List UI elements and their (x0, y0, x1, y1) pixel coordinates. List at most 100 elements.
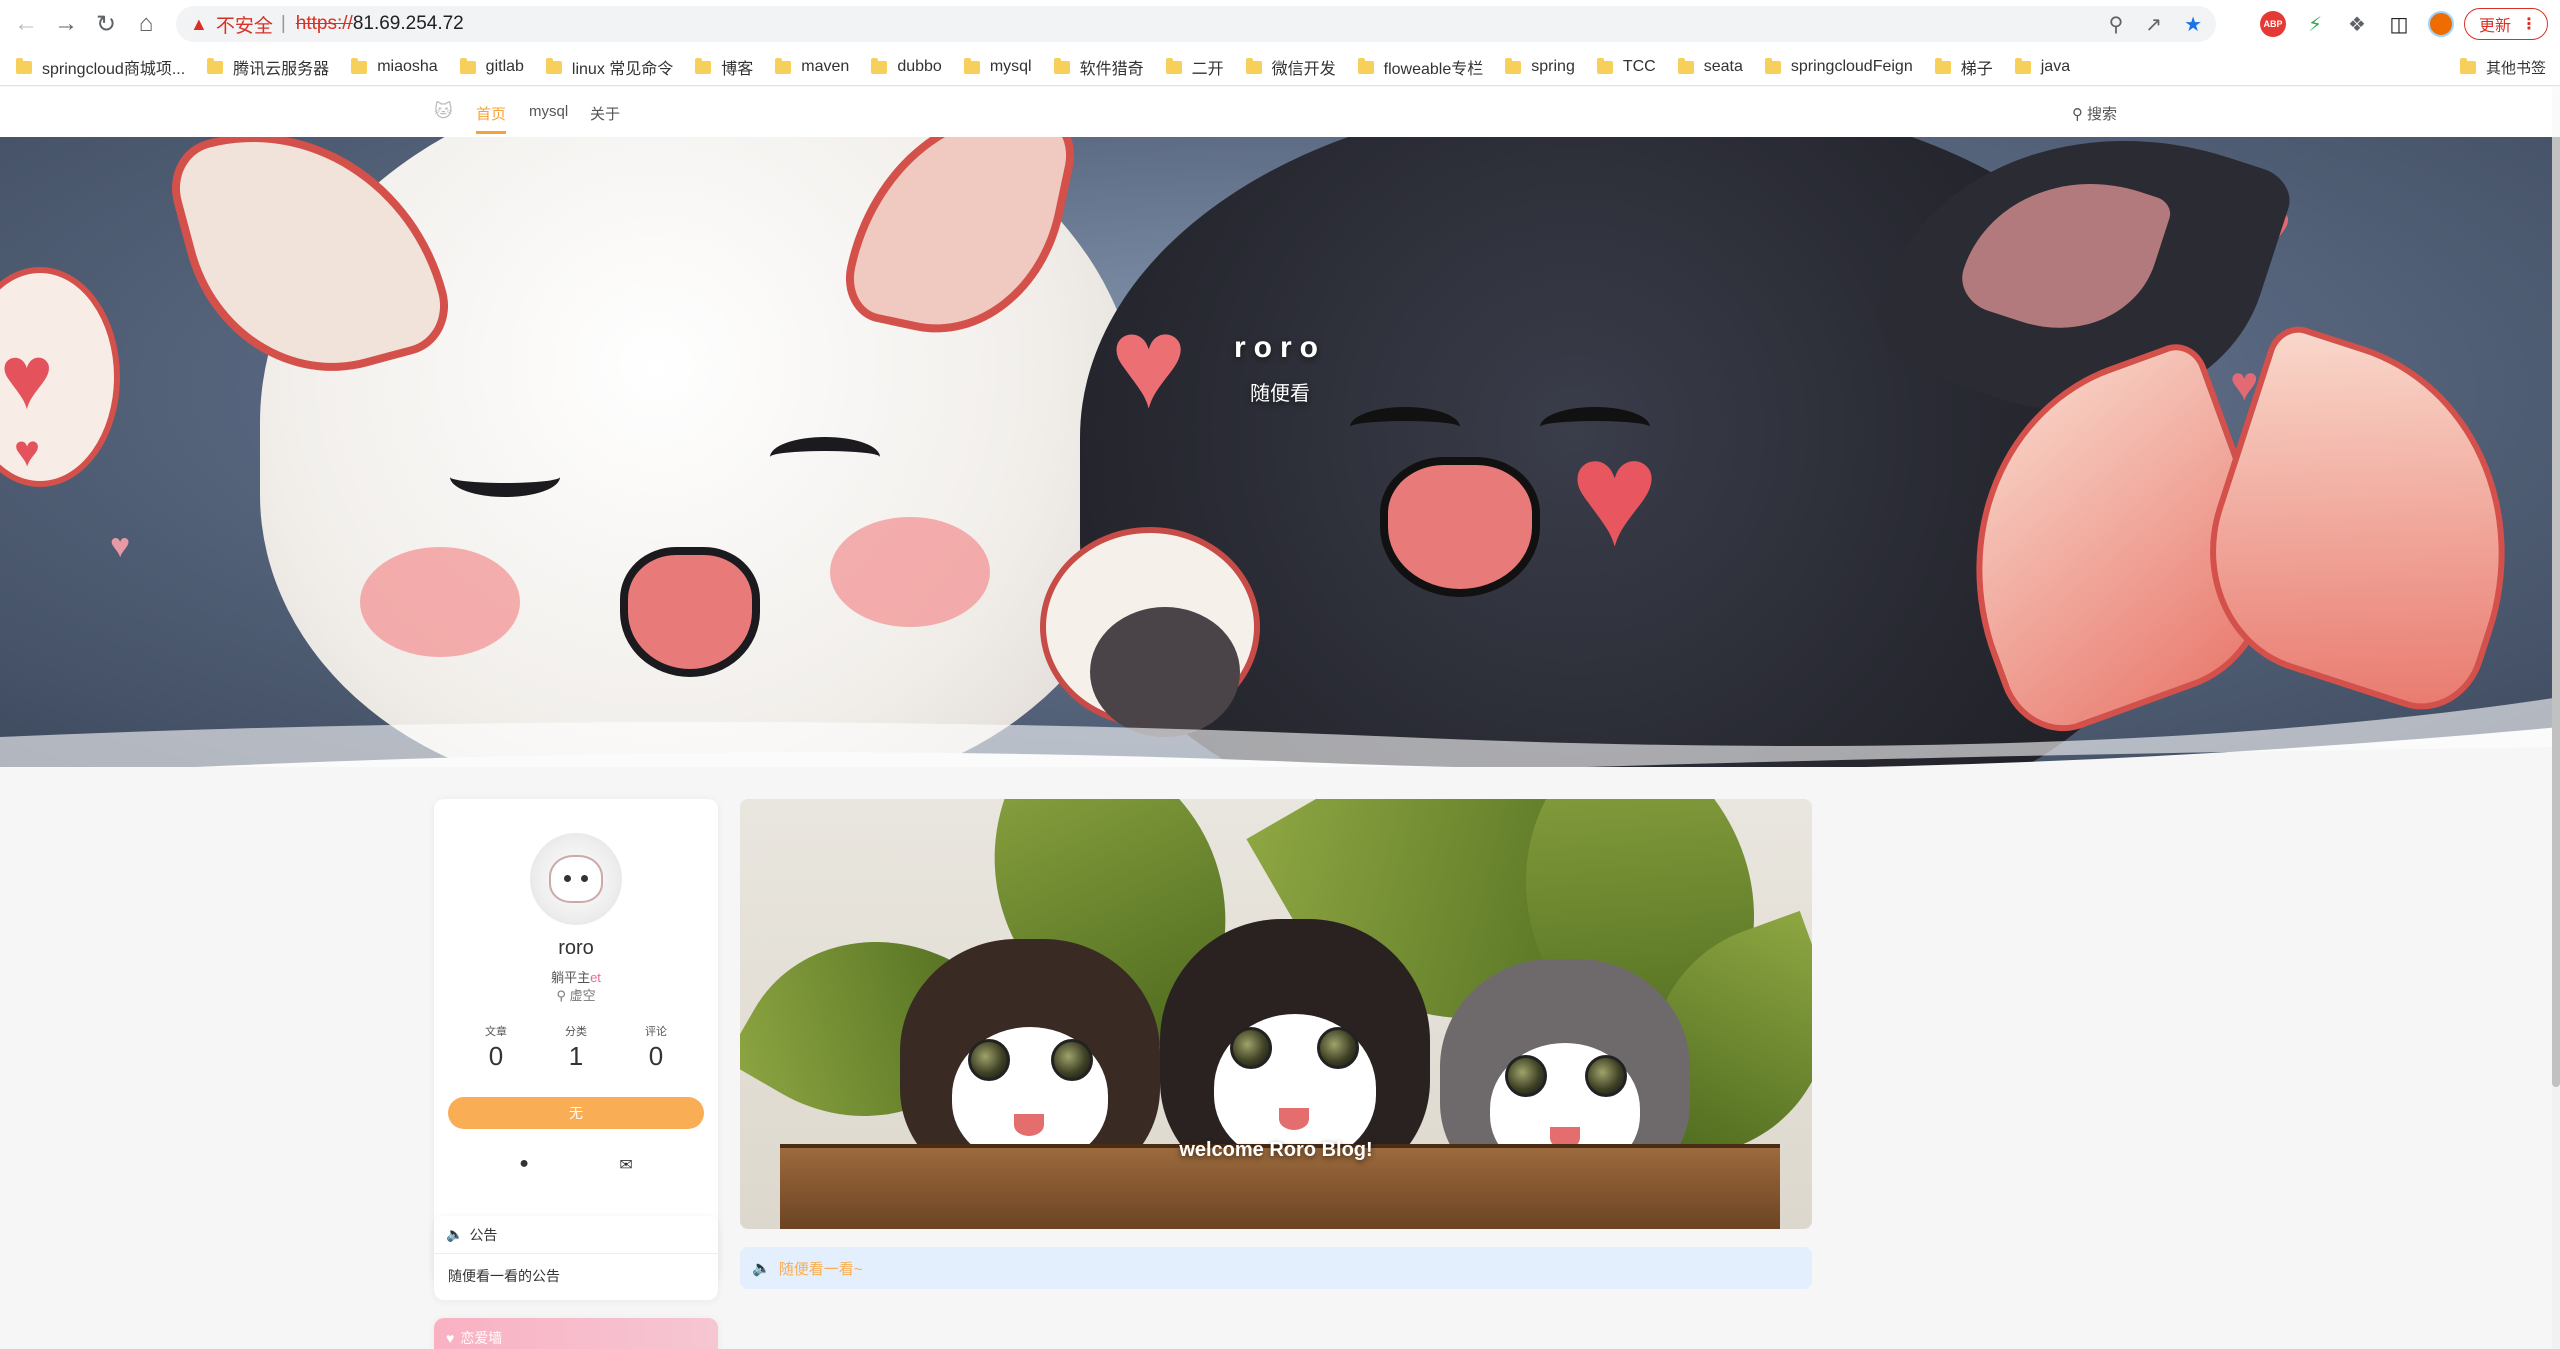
profile-location: ⚲ 虚空 (434, 985, 718, 1004)
cat-avatar-icon (549, 855, 603, 903)
stat-articles[interactable]: 文章 0 (466, 1023, 526, 1072)
bookmark-item[interactable]: miaosha (351, 57, 438, 76)
folder-icon (871, 57, 888, 74)
bookmark-item[interactable]: 梯子 (1934, 55, 1993, 79)
bookmark-item[interactable]: 腾讯云服务器 (207, 55, 329, 79)
share-icon[interactable]: ↗ (2145, 12, 2162, 37)
nav-search[interactable]: ⚲ 搜索 (2072, 103, 2117, 124)
bookmark-item[interactable]: dubbo (871, 57, 942, 76)
adblock-icon[interactable]: ABP (2260, 11, 2286, 37)
folder-icon (351, 57, 368, 74)
bookmark-item[interactable]: 二开 (1165, 55, 1224, 79)
bookmark-item[interactable]: 博客 (695, 55, 753, 79)
reload-icon[interactable]: ↻ (86, 4, 126, 44)
bookmark-item[interactable]: java (2014, 57, 2070, 76)
folder-icon (545, 57, 562, 74)
bookmark-item[interactable]: floweable专栏 (1357, 55, 1484, 79)
bookmark-label: floweable专栏 (1383, 61, 1484, 78)
love-wall-card[interactable]: ♥ 恋爱墙 (434, 1318, 718, 1349)
stat-categories[interactable]: 分类 1 (546, 1023, 606, 1072)
address-row: ← → ↻ ⌂ ▲ 不安全 | https:// 81.69.254.72 ⚲ … (0, 0, 2560, 48)
url-host: 81.69.254.72 (352, 13, 464, 34)
bookmark-item[interactable]: maven (775, 57, 849, 76)
folder-icon (1764, 57, 1781, 74)
address-bar[interactable]: ▲ 不安全 | https:// 81.69.254.72 ⚲ ↗ ★ (176, 6, 2216, 42)
update-button[interactable]: 更新 ⋮ (2464, 8, 2548, 40)
nav-about[interactable]: 关于 (590, 103, 620, 124)
mail-icon[interactable]: ✉ (619, 1155, 632, 1175)
bookmark-item[interactable]: mysql (963, 57, 1032, 76)
warning-icon: ▲ (190, 13, 208, 34)
profile-avatar-icon[interactable] (2428, 11, 2454, 37)
address-bar-actions: ⚲ ↗ ★ (2109, 6, 2202, 42)
bookmark-label: 微信开发 (1271, 61, 1336, 78)
stat-comments[interactable]: 评论 0 (626, 1023, 686, 1072)
stat-label: 文章 (485, 1026, 507, 1038)
speaker-icon: 🔈 (752, 1260, 771, 1277)
bookmark-label: TCC (1622, 58, 1656, 75)
other-bookmarks[interactable]: 其他书签 (2459, 52, 2546, 82)
bookmark-label: 腾讯云服务器 (233, 61, 330, 78)
back-icon[interactable]: ← (6, 4, 46, 44)
folder-icon (963, 57, 980, 74)
home-icon[interactable]: ⌂ (126, 4, 166, 44)
bookmark-item[interactable]: gitlab (459, 57, 524, 76)
speaker-icon: 🔈 (446, 1226, 464, 1242)
zoom-icon[interactable]: ⚲ (2109, 12, 2124, 37)
scrollbar-thumb[interactable] (2552, 87, 2560, 1087)
bolt-icon[interactable]: ⚡ (2302, 11, 2328, 37)
bookmark-label: 梯子 (1960, 61, 1993, 78)
stat-value: 0 (488, 1041, 504, 1071)
extensions-puzzle-icon[interactable]: ❖ (2344, 11, 2370, 37)
folder-icon (1165, 57, 1182, 74)
profile-social-links: ● ✉ (434, 1155, 718, 1175)
profile-action-button[interactable]: 无 (448, 1097, 704, 1129)
notice-header: 🔈 公告 (434, 1216, 718, 1254)
nav-home[interactable]: 首页 (476, 103, 507, 134)
bookmark-item[interactable]: spring (1505, 57, 1575, 76)
other-bookmarks-label: 其他书签 (2485, 59, 2546, 77)
profile-name: roro (558, 937, 594, 959)
security-label: 不安全 (215, 15, 273, 37)
stat-label: 分类 (565, 1026, 587, 1038)
profile-card: roro 躺平主et ⚲ 虚空 文章 0 分类 1 评论 0 无 ● ✉ (434, 799, 718, 1283)
bookmark-label: seata (1703, 58, 1743, 75)
stat-label: 评论 (645, 1026, 667, 1038)
bookmark-item[interactable]: springcloud商城项... (16, 55, 185, 79)
site-logo-icon[interactable]: 🐱 (434, 101, 453, 122)
bookmark-item[interactable]: 微信开发 (1245, 55, 1336, 79)
forward-icon[interactable]: → (46, 4, 86, 44)
heart-icon: ♥ (446, 1330, 455, 1346)
notice-body: 随便看一看的公告 (448, 1268, 560, 1284)
qq-icon[interactable]: ● (519, 1155, 529, 1175)
site-navbar: 🐱 首页 mysql 关于 ⚲ 搜索 (0, 87, 2560, 137)
bookmark-label: 软件猎奇 (1079, 61, 1144, 78)
bookmark-item[interactable]: 软件猎奇 (1053, 55, 1144, 79)
hero-title: roro (1234, 331, 1326, 364)
announcement-ticker: 🔈 随便看一看~ (740, 1247, 1812, 1289)
bookmark-item[interactable]: seata (1677, 57, 1743, 76)
bookmark-item[interactable]: springcloudFeign (1764, 57, 1913, 76)
bookmark-label: mysql (989, 58, 1032, 75)
bookmark-label: dubbo (897, 58, 942, 75)
folder-icon (207, 57, 224, 74)
bookmark-item[interactable]: linux 常见命令 (545, 55, 673, 79)
nav-mysql[interactable]: mysql (529, 103, 568, 120)
notice-title: 公告 (469, 1226, 498, 1243)
bookmark-item[interactable]: TCC (1596, 57, 1656, 76)
separator: | (280, 13, 286, 34)
folder-icon (1245, 57, 1262, 74)
folder-icon (1596, 57, 1613, 74)
avatar[interactable] (530, 833, 622, 925)
side-panel-icon[interactable]: ◫ (2386, 11, 2412, 37)
hero-banner: ♥ ♥ ♥ ♥ ♥ ♥ ♥ roro 随便看 (0, 137, 2560, 767)
url-scheme: https:// (295, 13, 353, 34)
folder-icon (1053, 57, 1070, 74)
folder-icon (16, 57, 32, 74)
featured-banner[interactable]: welcome Roro Blog! (740, 799, 1812, 1229)
more-icon: ⋮ (2521, 16, 2538, 33)
hero-subtitle: 随便看 (1250, 383, 1310, 405)
stat-value: 0 (648, 1041, 664, 1071)
tagline-suffix: et (590, 970, 601, 985)
bookmark-star-icon[interactable]: ★ (2184, 12, 2202, 37)
